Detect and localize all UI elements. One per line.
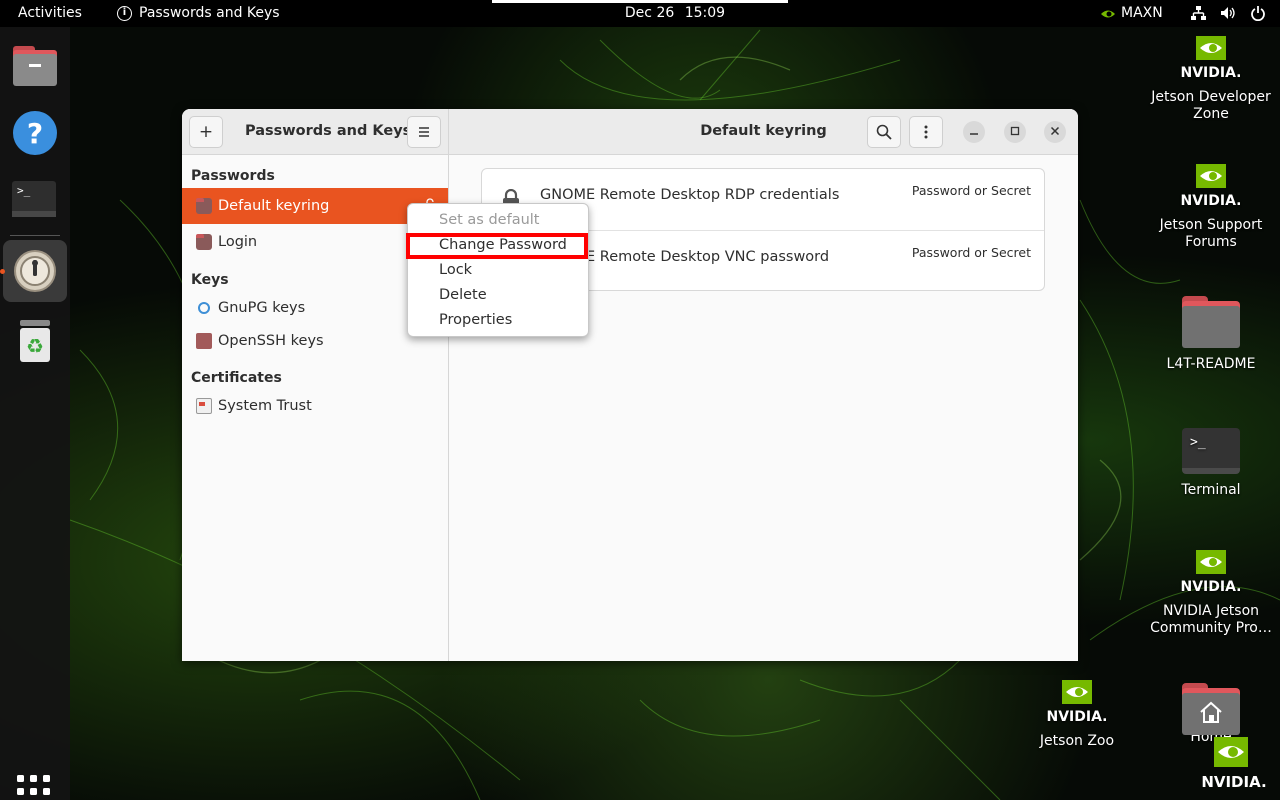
system-status-area[interactable] [1190,5,1266,21]
desktop-icon-l4t-readme[interactable]: L4T-README [1146,296,1276,373]
desktop-icon-label: Jetson Developer Zone [1151,89,1271,122]
terminal-icon: >_ [12,181,56,217]
main-menu-button[interactable] [407,116,441,148]
menu-item-delete[interactable]: Delete [439,287,487,303]
search-icon [876,124,892,140]
nvidia-eye-icon [1101,10,1115,17]
clock-date: Dec 26 [624,5,675,21]
svg-text:NVIDIA.: NVIDIA. [1180,193,1241,209]
keyring-icon [196,198,212,214]
keyring-icon [196,234,212,250]
svg-text:NVIDIA.: NVIDIA. [1201,773,1266,791]
gnupg-key-icon [198,302,210,314]
section-heading-certificates: Certificates [191,370,282,386]
desktop-icon-jetson-support-forums[interactable]: NVIDIA. Jetson Support Forums [1146,162,1276,251]
passwords-and-keys-window: + Passwords and Keys Default keyring Pas… [182,109,1078,661]
volume-icon [1221,7,1235,19]
clock[interactable]: Dec 26 15:09 [0,5,1280,22]
terminal-icon: >_ [1182,428,1240,474]
item-name: GNOME Remote Desktop RDP credentials [540,187,840,203]
close-button[interactable] [1044,121,1066,143]
running-indicator [0,269,5,274]
minimize-button[interactable] [963,121,985,143]
nvidia-logo-icon: NVIDIA. [1180,36,1242,81]
power-mode-label: MAXN [1121,5,1163,21]
highlight-annotation [406,233,588,259]
dock-terminal[interactable]: >_ [10,177,60,227]
screen-share-indicator [492,0,788,3]
maximize-button[interactable] [1004,121,1026,143]
svg-text:NVIDIA.: NVIDIA. [1180,579,1241,595]
nvidia-logo-icon: NVIDIA. [1201,737,1267,791]
nvidia-logo-icon: NVIDIA. [1046,680,1108,725]
trash-icon: ♻ [20,320,50,362]
minimize-icon [970,133,978,135]
desktop-icon-label: Jetson Support Forums [1159,217,1263,250]
search-button[interactable] [867,116,901,148]
menu-item-properties[interactable]: Properties [439,312,512,328]
dock: ? >_ ♻ [0,27,70,800]
show-apps-button[interactable] [14,772,54,800]
dock-files[interactable] [10,44,60,94]
openssh-key-icon [196,333,212,349]
desktop-icon-label: L4T-README [1166,356,1256,372]
clock-time: 15:09 [684,5,726,21]
hamburger-icon [419,127,429,137]
sidebar-title: Passwords and Keys [245,123,412,139]
svg-text:>_: >_ [17,184,31,197]
svg-text:?: ? [27,117,43,150]
nvidia-corner-logo: NVIDIA. [1196,735,1276,795]
keyring-context-menu: Set as default Change Password Lock Dele… [407,203,589,337]
section-heading-passwords: Passwords [191,168,275,184]
desktop-icon-nvidia-jetson-community[interactable]: NVIDIA. NVIDIA Jetson Community Pro… [1146,548,1276,637]
nvidia-logo-icon: NVIDIA. [1180,164,1242,209]
content-header: Default keyring [449,109,1078,155]
menu-item-set-as-default[interactable]: Set as default [439,212,540,228]
sidebar-item-label: Default keyring [218,198,330,214]
item-kind: Password or Secret [911,183,1031,198]
desktop-icon-label: NVIDIA Jetson Community Pro… [1150,603,1272,636]
dock-trash[interactable]: ♻ [10,317,60,367]
sidebar-item-label: OpenSSH keys [218,333,324,349]
files-icon [13,46,57,86]
maximize-icon [1010,126,1020,136]
sidebar-header: + Passwords and Keys [182,109,449,155]
top-bar: Activities i Passwords and Keys Dec 26 1… [0,0,1280,27]
house-icon [1200,701,1222,723]
network-icon [1191,6,1206,20]
certificate-icon [196,398,212,414]
desktop-icon-label: Jetson Zoo [1039,733,1115,749]
nvidia-power-mode[interactable]: MAXN [1100,5,1163,22]
section-heading-keys: Keys [191,272,229,288]
home-folder-icon [1182,683,1240,735]
help-icon: ? [13,111,57,155]
folder-icon [1182,296,1240,348]
close-icon [1050,126,1060,136]
add-button[interactable]: + [189,116,223,148]
desktop-icon-jetson-developer-zone[interactable]: NVIDIA. Jetson Developer Zone [1146,34,1276,123]
desktop-icon-terminal[interactable]: >_ Terminal [1146,428,1276,499]
passwords-keys-icon [14,250,56,292]
svg-text:♻: ♻ [26,334,44,358]
desktop-icon-label: Terminal [1181,482,1241,498]
plus-icon: + [198,122,214,142]
svg-text:NVIDIA.: NVIDIA. [1180,65,1241,81]
desktop-icon-jetson-zoo[interactable]: NVIDIA. Jetson Zoo [1012,678,1142,750]
sidebar-item-label: Login [218,234,258,250]
app-grid-icon [17,775,50,795]
power-icon [1251,6,1265,21]
sidebar-item-label: GnuPG keys [218,300,306,316]
more-options-button[interactable] [909,116,943,148]
nvidia-logo-icon: NVIDIA. [1180,550,1242,595]
sidebar-item-system-trust[interactable]: System Trust [182,388,448,424]
sidebar-item-label: System Trust [218,398,312,414]
menu-item-lock[interactable]: Lock [439,262,472,278]
dock-help[interactable]: ? [10,109,60,159]
svg-text:NVIDIA.: NVIDIA. [1046,709,1107,725]
dock-separator [10,235,60,236]
item-kind: Password or Secret [911,245,1031,260]
dock-passwords-and-keys[interactable] [0,240,67,302]
kebab-menu-icon [924,125,928,139]
